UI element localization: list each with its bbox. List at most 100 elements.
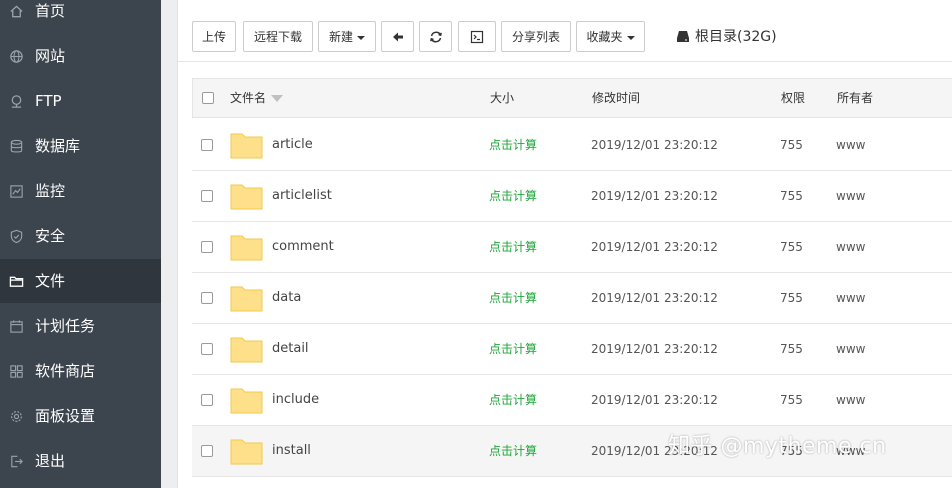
- column-header-size[interactable]: 大小: [490, 79, 514, 117]
- modified-time: 2019/12/01 23:20:12: [591, 342, 718, 356]
- home-icon: [8, 3, 24, 19]
- share-list-label: 分享列表: [511, 30, 560, 44]
- permissions[interactable]: 755: [780, 375, 803, 425]
- permissions[interactable]: 755: [780, 120, 803, 170]
- upload-button-label: 上传: [201, 30, 226, 44]
- size-calc-link[interactable]: 点击计算: [489, 273, 537, 323]
- table-row[interactable]: include 点击计算 2019/12/01 23:20:12 755 www: [192, 375, 952, 426]
- column-header-label: 所有者: [837, 91, 874, 105]
- owner: www: [836, 189, 866, 203]
- sidebar-item-label: 面板设置: [35, 406, 96, 425]
- hard-drive-icon: [676, 29, 695, 43]
- size-calc-link[interactable]: 点击计算: [489, 222, 537, 272]
- sidebar-item-logout[interactable]: 退出: [0, 439, 161, 483]
- table-row[interactable]: detail 点击计算 2019/12/01 23:20:12 755 www: [192, 324, 952, 375]
- size-calc-link[interactable]: 点击计算: [489, 120, 537, 170]
- sidebar-item-label: 软件商店: [35, 361, 96, 380]
- table-row[interactable]: comment 点击计算 2019/12/01 23:20:12 755 www: [192, 222, 952, 273]
- row-checkbox[interactable]: [201, 139, 213, 151]
- sidebar-item-label: FTP: [35, 91, 62, 110]
- table-row[interactable]: article 点击计算 2019/12/01 23:20:12 755 www: [192, 120, 952, 171]
- share-list-button[interactable]: 分享列表: [501, 21, 571, 52]
- sidebar-item-files[interactable]: 文件: [0, 259, 161, 303]
- folder-icon: [230, 337, 263, 363]
- sidebar-item-store[interactable]: 软件商店: [0, 349, 161, 393]
- terminal-button[interactable]: [458, 21, 496, 52]
- row-checkbox[interactable]: [201, 292, 213, 304]
- sidebar-item-website[interactable]: 网站: [0, 34, 161, 78]
- sidebar-item-database[interactable]: 数据库: [0, 124, 161, 168]
- file-name[interactable]: install: [272, 426, 311, 476]
- refresh-button[interactable]: [419, 21, 452, 52]
- row-checkbox[interactable]: [201, 241, 213, 253]
- select-all-checkbox[interactable]: [202, 92, 214, 104]
- column-header-mtime[interactable]: 修改时间: [592, 79, 640, 117]
- modified-time: 2019/12/01 23:20:12: [591, 291, 718, 305]
- row-checkbox[interactable]: [201, 343, 213, 355]
- remote-download-label: 远程下载: [253, 30, 302, 44]
- file-name[interactable]: articlelist: [272, 171, 332, 221]
- remote-download-button[interactable]: 远程下载: [243, 21, 313, 52]
- sidebar-item-label: 文件: [35, 271, 66, 290]
- main-area: 上传 远程下载 新建 分享列表 收藏夹 根目录(32G) 文件名 大小 修改时间…: [161, 0, 952, 488]
- sidebar-item-security[interactable]: 安全: [0, 214, 161, 258]
- folder-icon: [8, 273, 24, 289]
- grid-icon: [8, 363, 24, 379]
- column-header-owner[interactable]: 所有者: [837, 79, 873, 117]
- column-header-name[interactable]: 文件名: [230, 79, 284, 117]
- gear-icon: [8, 408, 24, 424]
- sidebar-item-label: 首页: [35, 1, 66, 20]
- sidebar-item-ftp[interactable]: FTP: [0, 79, 161, 123]
- sidebar-item-label: 网站: [35, 46, 66, 65]
- size-calc-link[interactable]: 点击计算: [489, 426, 537, 476]
- file-name[interactable]: include: [272, 375, 319, 425]
- file-name[interactable]: article: [272, 120, 313, 170]
- folder-icon: [230, 439, 263, 465]
- modified-time: 2019/12/01 23:20:12: [591, 189, 718, 203]
- back-button[interactable]: [381, 21, 414, 52]
- size-calc-link[interactable]: 点击计算: [489, 171, 537, 221]
- size-calc-link[interactable]: 点击计算: [489, 375, 537, 425]
- ftp-icon: [8, 93, 24, 109]
- permissions[interactable]: 755: [780, 324, 803, 374]
- permissions[interactable]: 755: [780, 222, 803, 272]
- column-header-permissions[interactable]: 权限: [781, 79, 805, 117]
- caret-down-icon: [357, 35, 365, 40]
- row-checkbox[interactable]: [201, 445, 213, 457]
- size-calc-link[interactable]: 点击计算: [489, 324, 537, 374]
- row-checkbox[interactable]: [201, 394, 213, 406]
- file-manager-panel: 上传 远程下载 新建 分享列表 收藏夹 根目录(32G) 文件名 大小 修改时间…: [177, 0, 952, 488]
- file-name[interactable]: detail: [272, 324, 309, 374]
- sidebar-item-label: 退出: [35, 451, 66, 470]
- upload-button[interactable]: 上传: [192, 21, 236, 52]
- refresh-icon: [429, 30, 443, 44]
- sidebar-item-cron[interactable]: 计划任务: [0, 304, 161, 348]
- modified-time: 2019/12/01 23:20:12: [591, 393, 718, 407]
- globe-icon: [8, 48, 24, 64]
- root-directory-breadcrumb[interactable]: 根目录(32G): [676, 25, 777, 47]
- table-row[interactable]: articlelist 点击计算 2019/12/01 23:20:12 755…: [192, 171, 952, 222]
- file-name[interactable]: comment: [272, 222, 334, 272]
- column-header-label: 文件名: [230, 91, 267, 105]
- favorites-dropdown-button[interactable]: 收藏夹: [576, 21, 645, 52]
- sidebar-item-monitor[interactable]: 监控: [0, 169, 161, 213]
- sidebar-item-label: 监控: [35, 181, 66, 200]
- sidebar-item-home[interactable]: 首页: [0, 0, 161, 33]
- table-row[interactable]: data 点击计算 2019/12/01 23:20:12 755 www: [192, 273, 952, 324]
- permissions[interactable]: 755: [780, 273, 803, 323]
- folder-icon: [230, 184, 263, 210]
- modified-time: 2019/12/01 23:20:12: [591, 138, 718, 152]
- favorites-label: 收藏夹: [586, 30, 623, 44]
- row-checkbox[interactable]: [201, 190, 213, 202]
- owner: www: [836, 291, 866, 305]
- calendar-icon: [8, 318, 24, 334]
- owner: www: [836, 342, 866, 356]
- column-header-label: 权限: [781, 91, 806, 105]
- permissions[interactable]: 755: [780, 171, 803, 221]
- new-dropdown-button[interactable]: 新建: [318, 21, 376, 52]
- sidebar-item-settings[interactable]: 面板设置: [0, 394, 161, 438]
- database-icon: [8, 138, 24, 154]
- folder-icon: [230, 388, 263, 414]
- folder-icon: [230, 133, 263, 159]
- file-name[interactable]: data: [272, 273, 301, 323]
